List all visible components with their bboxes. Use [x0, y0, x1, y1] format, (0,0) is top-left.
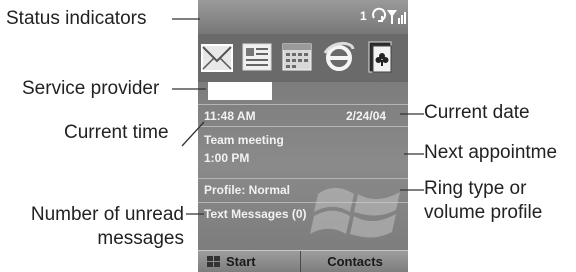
text-messages-count: Text Messages (0) [204, 207, 307, 221]
windows-flag-icon [207, 256, 220, 267]
callout-unread-line2: messages [97, 228, 184, 249]
envelope-icon[interactable] [200, 39, 234, 75]
callout-status-indicators: Status indicators [6, 8, 147, 29]
phone-home-screen: 1 11:48 AM 2/24/04 Team meeting 1:00 PM … [198, 0, 408, 272]
service-provider-field [208, 82, 272, 100]
appointment-time: 1:00 PM [204, 151, 250, 165]
app-icon-row [198, 34, 408, 82]
callout-next-appointment: Next appointme [424, 142, 558, 163]
callout-current-date: Current date [424, 102, 530, 123]
callout-ring-line1: Ring type or [424, 178, 527, 199]
time-date-row[interactable]: 11:48 AM 2/24/04 [198, 104, 408, 125]
internet-explorer-icon[interactable] [322, 39, 356, 75]
current-date: 2/24/04 [346, 109, 387, 123]
callout-current-time: Current time [64, 122, 169, 143]
current-time: 11:48 AM [204, 109, 256, 123]
appointment-row[interactable]: Team meeting 1:00 PM [198, 126, 408, 173]
windows-logo-icon [310, 187, 400, 238]
status-bar: 1 [198, 0, 408, 34]
signal-status-icon [372, 7, 406, 24]
start-softkey[interactable]: Start [198, 251, 298, 272]
callout-unread-line1: Number of unread [30, 204, 184, 225]
appointment-title: Team meeting [204, 133, 284, 147]
contacts-softkey[interactable]: Contacts [300, 251, 408, 272]
profile-status: Profile: Normal [204, 183, 291, 197]
solitaire-icon[interactable] [364, 39, 398, 75]
start-label: Start [226, 254, 256, 269]
status-count: 1 [360, 9, 367, 23]
callout-service-provider: Service provider [22, 78, 160, 99]
callout-ring-line2: volume profile [424, 202, 543, 223]
softkey-bar: Start Contacts [198, 250, 408, 272]
calendar-icon[interactable] [280, 39, 314, 75]
contacts-card-icon[interactable] [240, 39, 274, 75]
